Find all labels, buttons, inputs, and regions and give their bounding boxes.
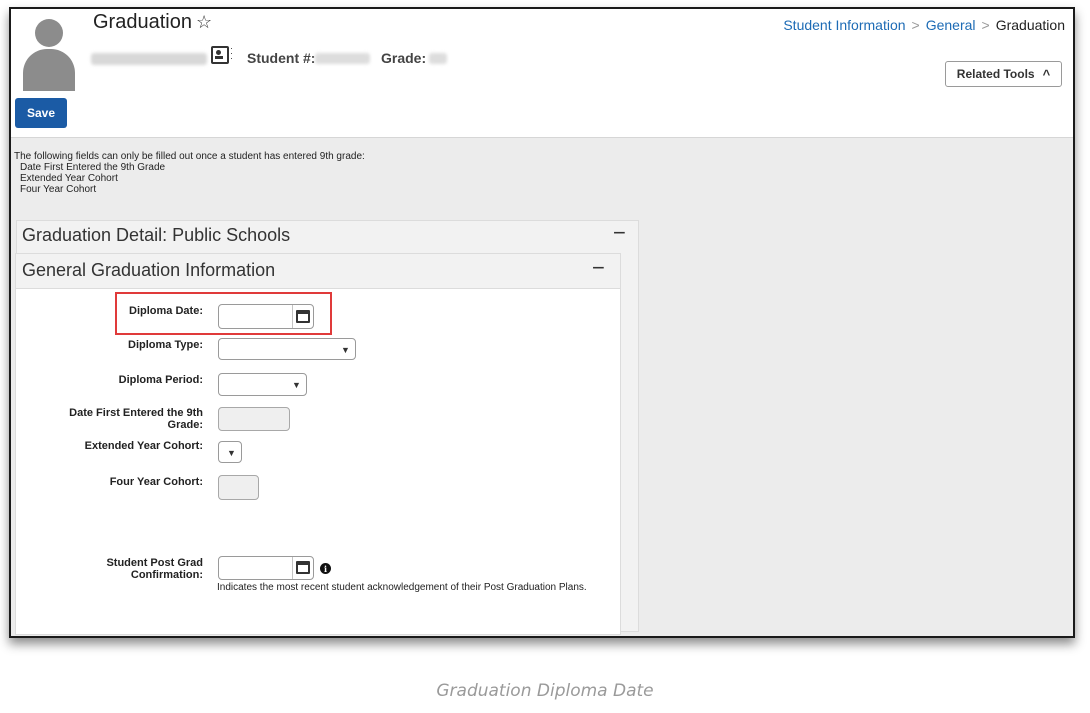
breadcrumb: Student Information > General > Graduation (783, 17, 1065, 33)
breadcrumb-student-information[interactable]: Student Information (783, 17, 905, 33)
related-tools-label: Related Tools (956, 67, 1035, 81)
diploma-period-label: Diploma Period: (118, 374, 203, 386)
contact-card-dots: · · · (230, 43, 233, 63)
breadcrumb-general[interactable]: General (926, 17, 976, 33)
save-button[interactable]: Save (15, 98, 67, 128)
star-icon[interactable]: ☆ (196, 12, 212, 32)
post-grad-confirmation-label: Student Post Grad Confirmation: (33, 557, 203, 581)
post-grad-confirmation-input[interactable] (218, 556, 314, 580)
general-graduation-header: General Graduation Information − (16, 254, 620, 289)
dropdown-arrow-icon: ▼ (341, 345, 350, 355)
grade-restriction-notice: The following fields can only be filled … (14, 151, 365, 195)
collapse-icon[interactable]: − (613, 220, 626, 246)
four-year-cohort-input (218, 475, 259, 500)
date-first-entered-label-line2: Grade: (167, 419, 203, 431)
diploma-period-select[interactable]: ▼ (218, 373, 307, 396)
post-grad-help-text: Indicates the most recent student acknow… (217, 582, 587, 593)
action-toolbar: Save (11, 91, 1073, 138)
dropdown-arrow-icon: ▼ (292, 380, 301, 390)
student-number-redacted (315, 53, 370, 64)
date-first-entered-input (218, 407, 290, 431)
avatar (23, 17, 75, 91)
student-header: Graduation ☆ · · · Student #: Grade: Studen… (11, 9, 1073, 92)
contact-card-icon[interactable] (211, 46, 229, 64)
breadcrumb-separator-icon: > (911, 17, 920, 33)
breadcrumb-graduation: Graduation (995, 17, 1065, 33)
diploma-type-label: Diploma Type: (128, 339, 203, 351)
page-title: Graduation ☆ (93, 11, 212, 34)
info-icon[interactable]: i (320, 563, 331, 574)
extended-year-cohort-label: Extended Year Cohort: (84, 440, 203, 452)
page-title-text: Graduation (93, 11, 192, 33)
student-name-redacted (91, 53, 207, 65)
four-year-cohort-label: Four Year Cohort: (109, 476, 203, 488)
date-first-entered-label-line1: Date First Entered the 9th (69, 407, 203, 419)
calendar-icon[interactable] (296, 561, 310, 574)
figure-caption: Graduation Diploma Date (436, 681, 654, 701)
grade-redacted (429, 53, 447, 64)
diploma-date-highlight (115, 292, 332, 335)
chevron-up-icon: ^ (1042, 66, 1051, 82)
notice-item: Extended Year Cohort (20, 173, 118, 184)
dropdown-arrow-icon: ▼ (227, 448, 236, 458)
grade-label: Grade: (381, 50, 427, 66)
diploma-type-select[interactable]: ▼ (218, 338, 356, 360)
notice-intro: The following fields can only be filled … (14, 151, 365, 162)
post-grad-label-line2: Confirmation: (130, 569, 203, 581)
extended-year-cohort-select[interactable]: ▼ (218, 441, 242, 463)
post-grad-label-line1: Student Post Grad (106, 557, 203, 569)
breadcrumb-separator-icon: > (981, 17, 990, 33)
related-tools-button[interactable]: Related Tools ^ (945, 61, 1062, 87)
student-number-label: Student #: (247, 50, 316, 66)
date-first-entered-label: Date First Entered the 9th Grade: (33, 407, 203, 431)
general-graduation-title: General Graduation Information (22, 260, 276, 280)
collapse-icon[interactable]: − (592, 255, 605, 281)
notice-item: Four Year Cohort (20, 184, 97, 195)
notice-item: Date First Entered the 9th Grade (20, 162, 166, 173)
graduation-detail-title: Graduation Detail: Public Schools (22, 225, 291, 245)
